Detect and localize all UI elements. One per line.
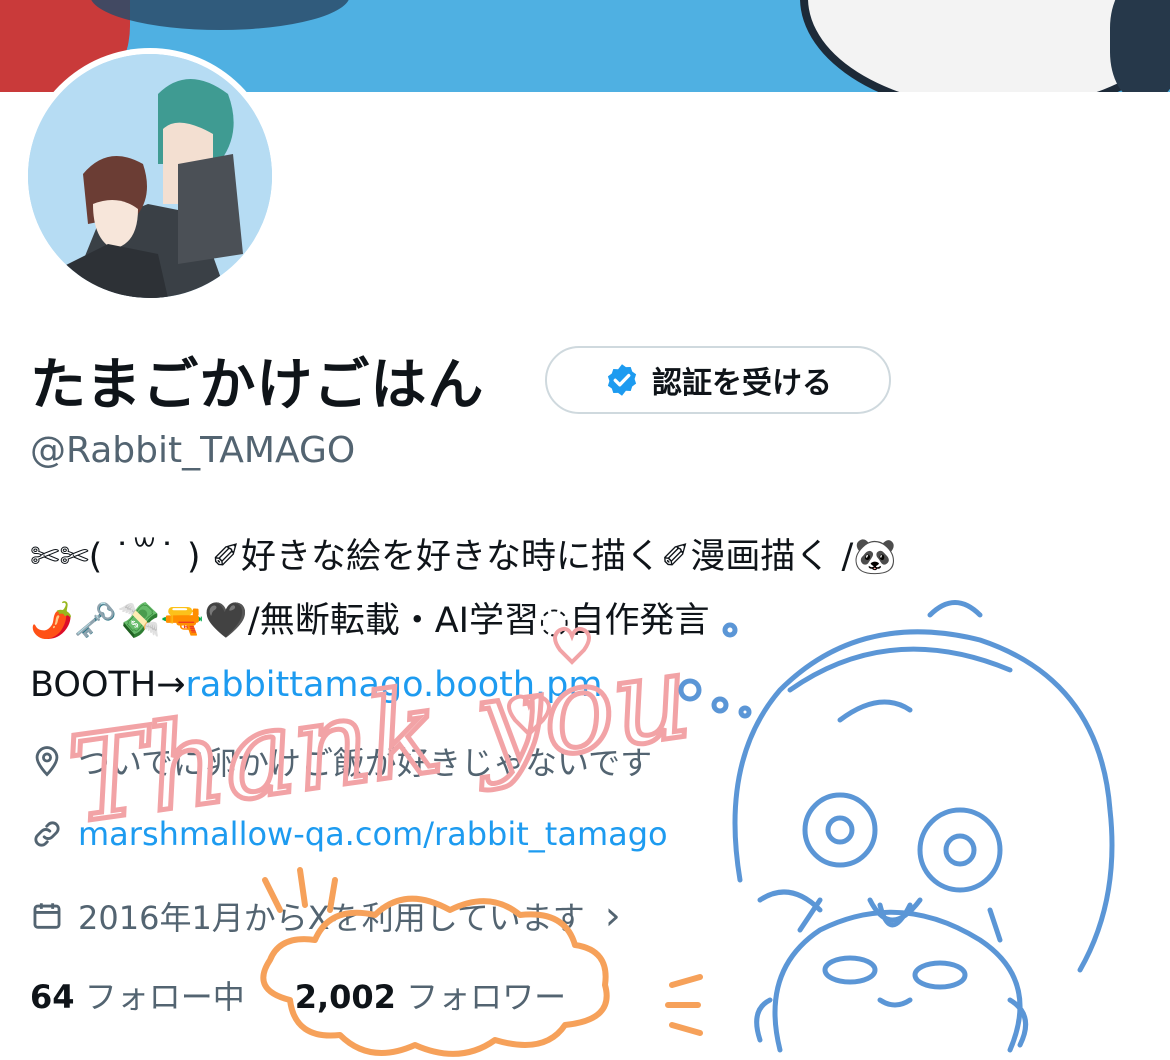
link-icon: [34, 821, 60, 847]
calendar-icon: [33, 903, 61, 929]
following-count: 64: [30, 978, 75, 1016]
get-verified-button[interactable]: 認証を受ける: [545, 346, 891, 414]
banner-art: [1110, 0, 1170, 92]
booth-link[interactable]: rabbittamago.booth.pm: [186, 665, 603, 705]
location-text: ついでに卵かけご飯が好きじゃないです: [78, 744, 653, 782]
followers-link[interactable]: 2,002 フォロワー: [295, 972, 566, 1018]
followers-count: 2,002: [294, 978, 396, 1016]
following-label: フォロー中: [84, 978, 245, 1016]
get-verified-label: 認証を受ける: [652, 366, 832, 401]
user-handle: @Rabbit_TAMAGO: [30, 430, 356, 471]
avatar-image: [28, 54, 272, 298]
website-row: marshmallow-qa.com/rabbit_tamago: [30, 815, 668, 853]
location-pin-icon: [35, 746, 59, 777]
profile-bio: ✄✄( ˙꒳˙ ) ✐好きな絵を好きな時に描く✐漫画描く /🐼 🌶️🗝️💸🔫🖤/…: [30, 525, 1150, 717]
emphasis-marks: [665, 974, 703, 1036]
display-name: たまごかけごはん: [30, 352, 485, 418]
joined-text: 2016年1月からXを利用しています: [78, 899, 585, 937]
follow-stats: 64 フォロー中 2,002 フォロワー: [30, 972, 566, 1018]
bio-line: 🌶️🗝️💸🔫🖤/無断転載・AI学習◌自作発言: [30, 601, 710, 641]
bio-line: BOOTH→rabbittamago.booth.pm: [30, 653, 1150, 717]
verified-badge-icon: [607, 364, 637, 396]
website-link[interactable]: marshmallow-qa.com/rabbit_tamago: [78, 815, 668, 853]
bio-booth-prefix: BOOTH→: [30, 665, 186, 705]
location-row: ついでに卵かけご飯が好きじゃないです: [30, 738, 652, 784]
name-row: たまごかけごはん: [30, 340, 484, 420]
following-link[interactable]: 64 フォロー中: [30, 972, 245, 1018]
joined-row[interactable]: 2016年1月からXを利用しています ›: [30, 893, 621, 939]
bio-line: ✄✄( ˙꒳˙ ) ✐好きな絵を好きな時に描く✐漫画描く /🐼: [30, 537, 897, 577]
followers-label: フォロワー: [406, 978, 567, 1016]
avatar[interactable]: [22, 48, 278, 304]
chevron-right-icon: ›: [604, 893, 621, 939]
